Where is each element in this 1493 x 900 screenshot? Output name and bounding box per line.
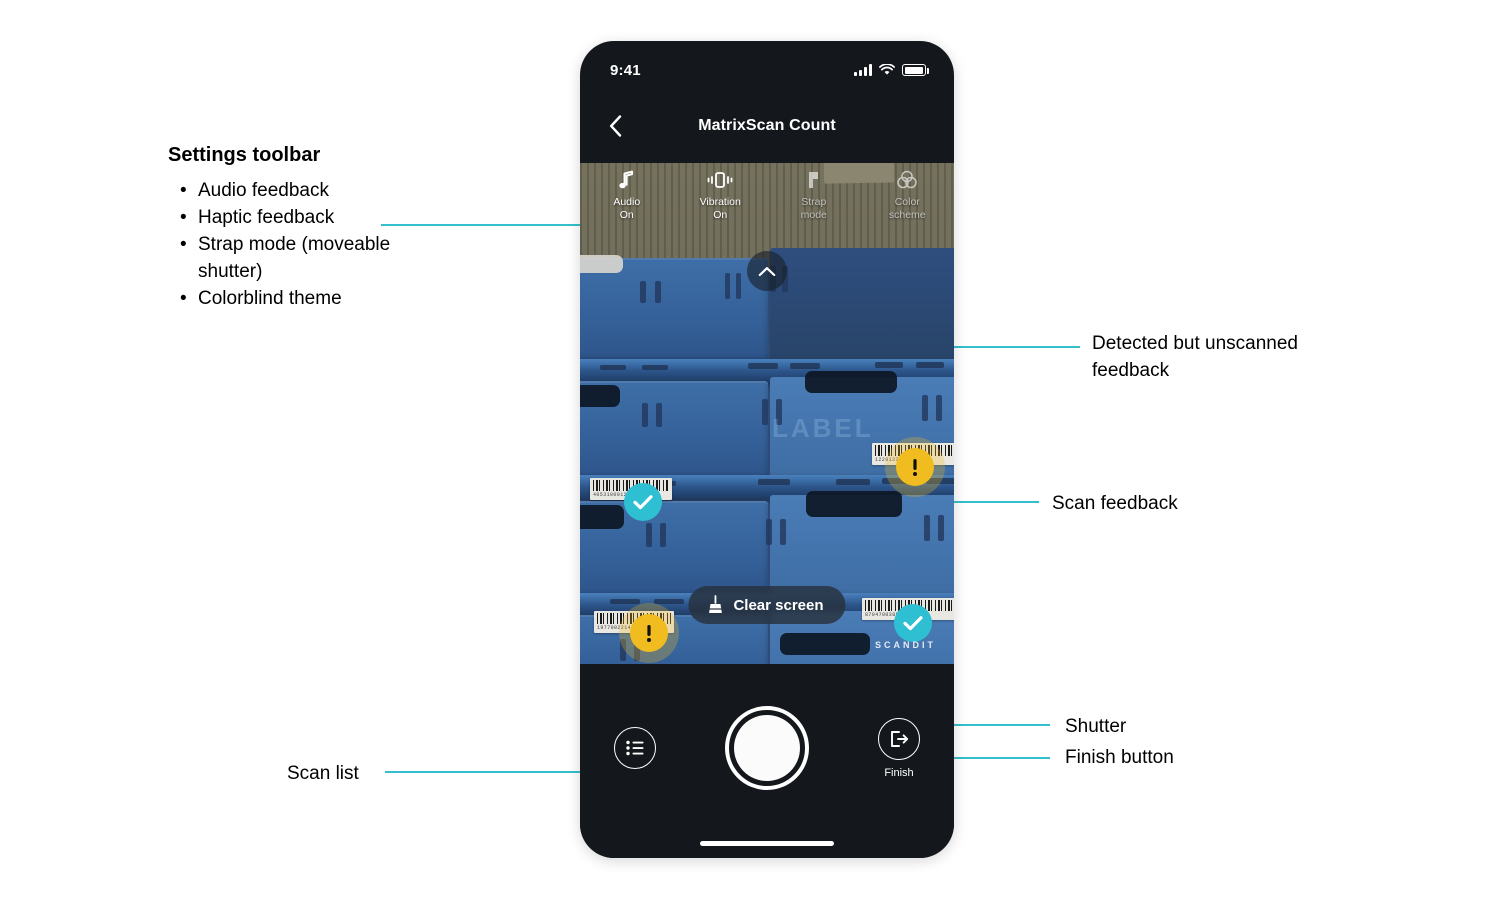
vibration-icon [706,169,734,191]
scandit-watermark: SCANDIT [875,640,936,650]
toolbar-item-color-scheme[interactable]: Color scheme [861,169,955,222]
bullet-glyph: • [180,234,187,255]
phone-mockup: 9:41 MatrixScan Count LABEL 405310001281… [580,41,954,858]
toolbar-item-strap-mode[interactable]: Strap mode [767,169,861,222]
status-badge-scanned [894,604,932,642]
list-icon [626,740,644,756]
battery-icon [902,64,929,76]
status-bar-icons [854,64,929,76]
scan-list-button[interactable] [614,727,656,769]
exit-arrow-icon [891,730,909,747]
nav-bar: MatrixScan Count [580,89,954,163]
check-icon [633,495,653,510]
toolbar-item-audio[interactable]: Audio On [580,169,674,222]
finish-button[interactable]: Finish [878,717,920,779]
annotation-scan-feedback: Scan feedback [1052,493,1178,514]
home-indicator [700,841,834,846]
strap-mode-icon [806,169,822,191]
camera-viewport[interactable]: LABEL 4053100012819 1977002214543 870470… [580,163,954,664]
page-title: MatrixScan Count [698,117,836,134]
leader-line-scan-feedback [943,501,1039,503]
leader-line-detected-unscanned [943,346,1080,348]
back-button[interactable] [600,111,630,141]
color-scheme-icon [896,169,918,191]
bullet-glyph: • [180,288,187,309]
chevron-left-icon [609,115,621,137]
annotation-bullet-list: • Audio feedback • Haptic feedback • Str… [168,177,398,312]
shutter-inner [734,715,800,781]
clear-screen-button[interactable]: Clear screen [688,586,846,624]
exclamation-icon [647,625,651,642]
annotation-shutter: Shutter [1065,716,1127,737]
status-badge-unscanned [630,614,668,652]
finish-button-label: Finish [884,766,914,779]
music-note-icon [618,169,635,191]
broom-icon [709,595,722,613]
bullet-glyph: • [180,207,187,228]
shutter-button[interactable] [725,706,809,790]
toolbar-item-label: Audio On [613,196,641,221]
annotation-scan-list: Scan list [287,763,359,784]
toolbar-item-label: Color scheme [888,196,926,221]
settings-toolbar-annotation: Settings toolbar • Audio feedback • Hapt… [168,142,398,312]
status-bar: 9:41 [580,41,954,89]
wifi-icon [879,64,895,75]
annotation-item-label: Colorblind theme [198,288,342,309]
annotation-item-label: Strap mode (moveable shutter) [198,234,391,282]
leader-line-scan-list [385,771,613,773]
annotation-item-strap: • Strap mode (moveable shutter) [168,231,398,285]
status-badge-unscanned [896,448,934,486]
finish-button-circle[interactable] [878,717,920,760]
annotation-detected-unscanned: Detected but unscanned feedback [1092,333,1298,381]
annotation-item-label: Audio feedback [198,180,329,201]
annotation-item-haptic: • Haptic feedback [168,204,398,231]
annotation-item-colorblind: • Colorblind theme [168,285,398,312]
clear-screen-label: Clear screen [733,596,824,614]
chevron-up-icon [758,266,776,276]
annotation-item-audio: • Audio feedback [168,177,398,204]
exclamation-icon [913,459,917,476]
bullet-glyph: • [180,180,187,201]
toolbar-item-vibration[interactable]: Vibration On [674,169,768,222]
status-badge-scanned [624,483,662,521]
toolbar-item-label: Strap mode [800,196,827,221]
screenshot-canvas: Settings toolbar • Audio feedback • Hapt… [0,0,1493,900]
cellular-signal-icon [854,64,872,76]
toolbar-item-label: Vibration On [699,196,741,221]
status-bar-time: 9:41 [610,61,641,79]
check-icon [903,616,923,631]
bottom-control-bar: Finish [580,664,954,858]
leader-line-settings-toolbar [381,224,596,226]
annotation-finish-button: Finish button [1065,747,1174,768]
annotation-item-label: Haptic feedback [198,207,335,228]
annotation-title: Settings toolbar [168,144,321,166]
collapse-toolbar-button[interactable] [747,251,787,291]
settings-toolbar: Audio On Vibration On Strap mode Color s… [580,163,954,239]
